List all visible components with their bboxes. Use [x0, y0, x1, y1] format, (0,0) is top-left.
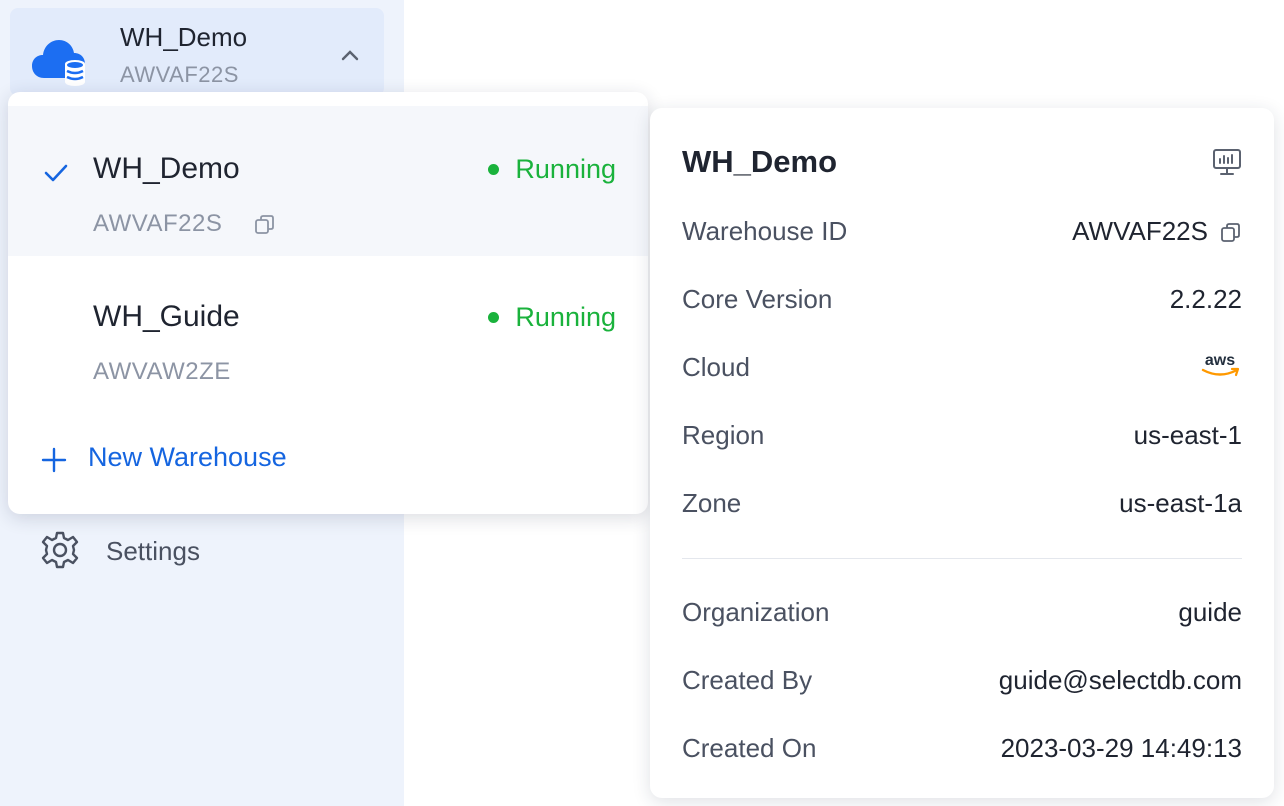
warehouse-option-wh-guide[interactable]: WH_Guide AWVAW2ZE Running: [8, 254, 648, 404]
detail-row-organization: Organization guide: [682, 593, 1242, 633]
monitor-icon[interactable]: [1212, 148, 1242, 176]
warehouse-option-wh-demo[interactable]: WH_Demo AWVAF22S Running: [8, 106, 648, 256]
divider: [682, 558, 1242, 559]
detail-value: guide@selectdb.com: [998, 665, 1242, 695]
gear-icon: [41, 531, 79, 569]
detail-value: 2.2.22: [1169, 284, 1242, 314]
detail-row-created-on: Created On 2023-03-29 14:49:13: [682, 729, 1242, 769]
settings-label: Settings: [106, 536, 200, 566]
status-badge: Running: [488, 154, 616, 185]
warehouse-id: AWVAF22S: [93, 210, 223, 237]
chevron-up-icon[interactable]: [340, 48, 360, 62]
detail-key: Organization: [682, 597, 830, 627]
detail-row-created-by: Created By guide@selectdb.com: [682, 661, 1242, 701]
warehouse-name: WH_Guide: [93, 300, 240, 333]
status-badge: Running: [488, 302, 616, 333]
status-text: Running: [515, 302, 616, 332]
status-text: Running: [515, 154, 616, 184]
warehouse-dropdown: WH_Demo AWVAF22S Running WH_Guide AWVAW2…: [8, 92, 648, 514]
selected-warehouse-id: AWVAF22S: [120, 62, 239, 87]
warehouse-selector[interactable]: WH_Demo AWVAF22S: [10, 8, 384, 96]
plus-icon: [41, 447, 67, 473]
detail-key: Created By: [682, 665, 813, 695]
detail-row-cloud: Cloud aws: [682, 348, 1242, 388]
aws-logo-icon: aws: [1201, 352, 1240, 377]
warehouse-name: WH_Demo: [93, 152, 240, 185]
status-dot: [488, 164, 500, 175]
selected-warehouse-name: WH_Demo: [120, 22, 248, 52]
detail-row-zone: Zone us-east-1a: [682, 484, 1242, 524]
warehouse-details-panel: WH_Demo Warehouse ID AWVAF22S Core Versi…: [650, 108, 1274, 798]
detail-value: 2023-03-29 14:49:13: [1000, 733, 1242, 763]
cloud-database-icon: [32, 40, 85, 86]
detail-value: aws: [1205, 352, 1235, 369]
detail-key: Created On: [682, 733, 817, 763]
detail-row-region: Region us-east-1: [682, 416, 1242, 456]
status-dot: [488, 312, 500, 323]
detail-value: us-east-1: [1133, 420, 1242, 450]
copy-icon[interactable]: [254, 214, 276, 236]
detail-key: Warehouse ID: [682, 216, 848, 246]
detail-key: Region: [682, 420, 765, 450]
check-icon: [44, 164, 68, 182]
details-title: WH_Demo: [682, 144, 838, 179]
warehouse-id: AWVAW2ZE: [93, 358, 231, 385]
detail-value: guide: [1178, 597, 1242, 627]
sidebar-item-settings[interactable]: Settings: [40, 530, 340, 572]
detail-key: Zone: [682, 488, 742, 518]
detail-row-core-version: Core Version 2.2.22: [682, 280, 1242, 320]
detail-value: us-east-1a: [1119, 488, 1242, 518]
detail-key: Cloud: [682, 352, 750, 382]
detail-value: AWVAF22S: [1072, 216, 1208, 246]
detail-row-warehouse-id: Warehouse ID AWVAF22S: [682, 212, 1242, 252]
new-warehouse-label: New Warehouse: [88, 442, 287, 472]
copy-icon[interactable]: [1220, 222, 1242, 244]
detail-key: Core Version: [682, 284, 833, 314]
new-warehouse-button[interactable]: New Warehouse: [40, 442, 440, 482]
